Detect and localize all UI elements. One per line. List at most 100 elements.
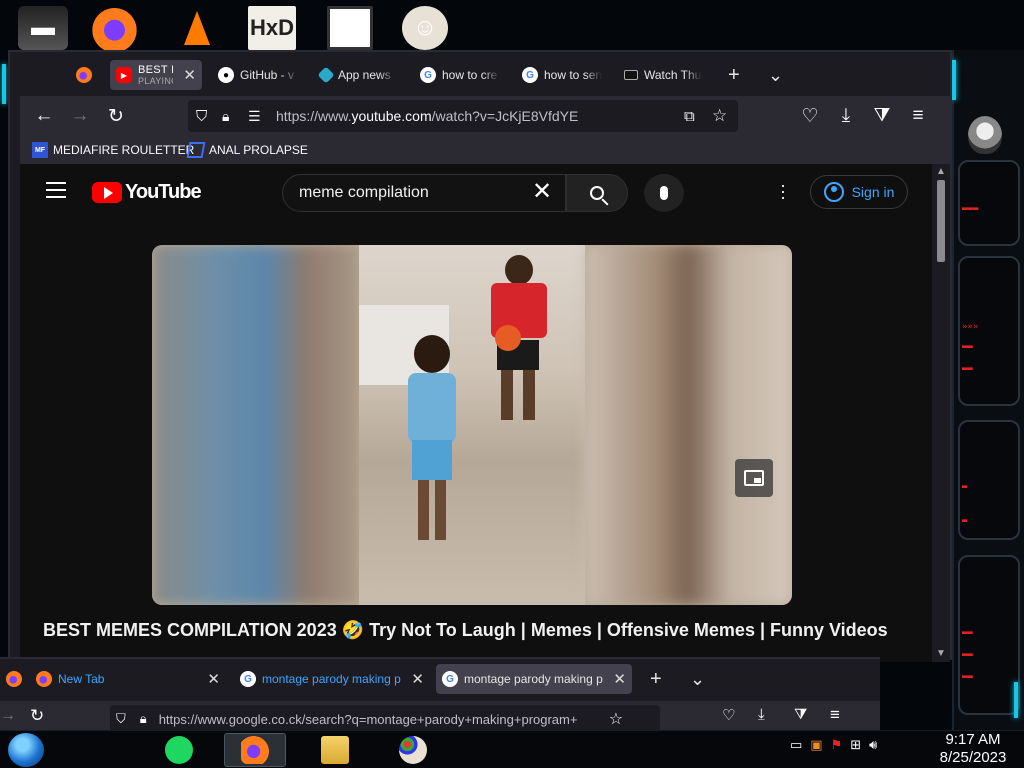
maze-app-shortcut-icon[interactable] [327,6,373,50]
forward-icon[interactable]: → [66,102,94,130]
picture-in-picture-button[interactable] [735,459,773,497]
firefox-shortcut-icon[interactable] [92,6,142,50]
show-hidden-icons[interactable]: ▭ [790,737,802,753]
firefox-window: ▶ BEST MEMES PLAYING ✕ ● GitHub - v App … [8,50,952,662]
url-text[interactable]: https://www.google.co.ck/search?q=montag… [159,712,609,727]
url-bar[interactable]: ⛉ 🔒︎ https://www.google.co.ck/search?q=m… [110,705,660,733]
tab-app-news[interactable]: App news [314,60,406,90]
navigation-toolbar: ← → ↻ ⛉ 🔒︎ ☰ https://www.youtube.com/wat… [20,96,950,136]
vlc-shortcut-icon[interactable] [172,6,222,50]
close-tab-icon[interactable]: ✕ [183,66,196,84]
start-button[interactable] [8,733,44,767]
pocket-icon[interactable]: ♡ [796,102,824,130]
panel-frame [958,160,1020,246]
doctor-app-shortcut-icon[interactable]: ☺ [402,6,448,50]
clear-search-icon[interactable]: ✕ [532,180,552,204]
video-player[interactable] [152,245,792,605]
shield-icon[interactable]: ⛉ [196,108,207,125]
tab-new-tab[interactable]: New Tab ✕ [30,664,226,694]
action-center-icon[interactable]: ⚑ [831,737,843,753]
shield-icon[interactable]: ⛉ [116,711,126,727]
taskbar-app-explorer[interactable] [304,733,366,767]
lock-icon[interactable]: 🔒︎ [140,711,147,727]
sign-in-button[interactable]: Sign in [810,175,908,209]
bookmark-star-icon[interactable]: ☆ [712,106,727,126]
panel-readout: ▬ [962,516,968,526]
downloads-icon[interactable]: ⤓ [758,706,765,723]
bookmark-label: MEDIAFIRE ROULETTER [53,143,195,157]
tab-google-montage-1[interactable]: G montage parody making p ✕ [234,664,430,694]
scroll-up-icon[interactable]: ▲ [936,166,946,177]
desktop: ▬ HxD ☺ ▬▬▬ »»» ▬▬ ▬▬ ▬ ▬ ▬▬ ▬▬ ▬▬ ▶ BES… [0,0,1024,768]
search-button[interactable] [566,174,628,212]
downloads-icon[interactable]: ⤓ [832,102,860,130]
lock-icon[interactable]: 🔒︎ [222,108,229,125]
guide-menu-icon[interactable] [46,182,66,203]
new-tab-button[interactable]: + [722,60,746,90]
tab-google-search-2[interactable]: G how to sen [516,60,612,90]
url-bar[interactable]: ⛉ 🔒︎ ☰ https://www.youtube.com/watch?v=J… [188,100,738,132]
search-input[interactable]: meme compilation [282,174,566,212]
tab-watch[interactable]: Watch Thu [618,60,714,90]
pocket-icon[interactable]: ♡ [722,706,735,724]
firefox-view-button[interactable] [0,664,28,694]
menu-icon[interactable]: ≡ [830,705,840,725]
menu-icon[interactable]: ≡ [904,102,932,130]
video-title-text[interactable]: BEST MEMES COMPILATION 2023 🤣 Try Not To… [43,620,923,641]
back-icon[interactable]: ← [30,102,58,130]
close-tab-icon[interactable]: ✕ [613,670,626,688]
google-favicon-icon: G [420,67,436,83]
figure-ball [495,325,521,351]
second-firefox-window: New Tab ✕ G montage parody making p ✕ G … [0,657,880,733]
accent-glow [1014,682,1018,718]
bookmarks-toolbar: MF MEDIAFIRE ROULETTER ANAL PROLAPSE [20,136,950,164]
app-shortcut-icon[interactable]: ▬ [18,6,68,50]
list-all-tabs-button[interactable]: ⌄ [684,664,711,694]
youtube-logo[interactable]: YouTube [92,181,202,204]
network-icon[interactable]: ⊞ [850,737,861,753]
app-tray-icon[interactable]: ▣ [810,737,822,753]
tab-github[interactable]: ● GitHub - v [212,60,304,90]
close-tab-icon[interactable]: ✕ [207,670,220,688]
picture-in-picture-icon[interactable]: ⧉ [684,108,695,125]
tab-title: App news [338,68,391,82]
reload-icon[interactable]: ↻ [102,102,130,130]
volume-icon[interactable]: 🔊︎ [869,737,877,753]
tab-youtube[interactable]: ▶ BEST MEMES PLAYING ✕ [110,60,202,90]
taskbar-clock[interactable]: 9:17 AM 8/25/2023 [930,731,1016,767]
taskbar-app-paint[interactable] [382,733,444,767]
tab-title: how to sen [544,68,602,82]
url-text[interactable]: https://www.youtube.com/watch?v=JcKjE8Vf… [276,108,578,124]
scroll-down-icon[interactable]: ▼ [936,648,946,659]
taskbar: ▭ ▣ ⚑ ⊞ 🔊︎ 9:17 AM 8/25/2023 [0,730,1024,768]
permissions-icon[interactable]: ☰ [248,108,261,125]
extensions-icon[interactable]: ⧩ [794,706,807,723]
extensions-icon[interactable]: ⧩ [868,102,896,130]
tab-google-search-1[interactable]: G how to cre [414,60,510,90]
taskbar-app-spotify[interactable] [148,733,210,767]
list-all-tabs-button[interactable]: ⌄ [762,60,789,90]
close-tab-icon[interactable]: ✕ [411,670,424,688]
firefox-view-button[interactable] [70,60,98,90]
url-path: /watch?v=JcKjE8VfdYE [431,108,579,124]
panel-readout: ▬▬▬ [962,204,979,214]
scrollbar-thumb[interactable] [937,180,945,262]
bookmark-second[interactable]: ANAL PROLAPSE [186,142,308,158]
forward-icon[interactable]: → [0,707,16,725]
youtube-header: YouTube meme compilation ✕ · · · Sign in [20,164,932,220]
accent-glow [2,64,6,104]
page-scrollbar[interactable]: ▲ ▼ [932,164,950,662]
panel-readout: ▬▬ [962,364,973,374]
microphone-icon [660,186,668,200]
mediafire-favicon-icon: MF [32,142,48,158]
bookmark-star-icon[interactable]: ☆ [609,709,623,729]
more-options-icon[interactable]: · · · [780,176,786,206]
taskbar-app-firefox[interactable] [224,733,286,767]
hxd-shortcut-icon[interactable]: HxD [248,6,296,50]
bookmark-mediafire-roulette[interactable]: MF MEDIAFIRE ROULETTER [32,142,194,158]
voice-search-button[interactable] [644,174,684,212]
tab-google-montage-2[interactable]: G montage parody making p ✕ [436,664,632,694]
reload-icon[interactable]: ↻ [30,706,44,726]
new-tab-button[interactable]: + [644,664,668,694]
figure-shorts [412,440,452,480]
